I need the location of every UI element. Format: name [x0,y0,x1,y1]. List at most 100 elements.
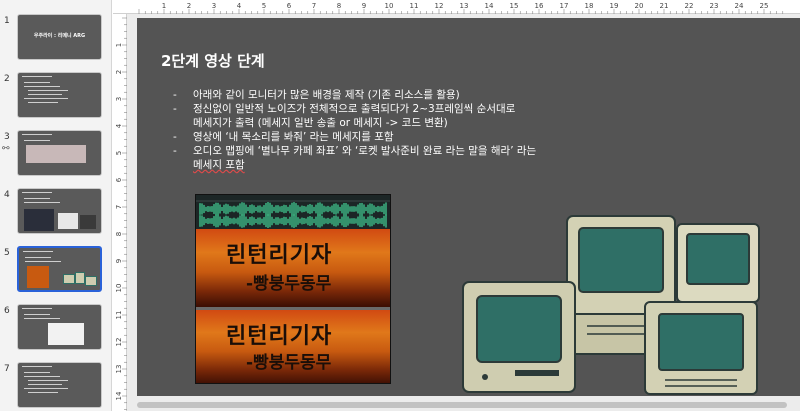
preview-text-line [22,192,52,193]
preview-text-line [24,86,60,87]
ruler-label: 3 [115,97,123,101]
slide-thumbnail-1[interactable]: 1 우주라이 : 리메니 ARG [0,14,111,74]
ruler-label: 20 [635,2,644,10]
ruler-label: 22 [685,2,694,10]
bullet-item: - 아래와 같이 모니터가 많은 배경을 제작 (기존 리소스를 활용) [173,88,653,102]
preview-text-line [24,388,68,389]
spectrogram-band-top: 린턴리기자 -빵붕두동무 [196,229,390,307]
preview-text-line [28,90,68,91]
preview-text-line [24,82,50,83]
ruler-label: 13 [460,2,469,10]
slide-preview[interactable] [17,72,102,118]
waveform-strip [196,195,390,229]
preview-text-line [22,134,52,135]
preview-text-line [25,261,61,262]
preview-text-line [23,251,53,252]
bullet-list[interactable]: - 아래와 같이 모니터가 많은 배경을 제작 (기존 리소스를 활용) - 정… [173,88,653,172]
horizontal-scrollbar[interactable] [127,399,800,411]
transition-icon: ⚯ [2,144,10,154]
ruler-label: 24 [735,2,744,10]
crt-monitor-right-top [676,223,760,311]
ruler-label: 5 [262,2,266,10]
slide-preview[interactable] [17,246,102,292]
scrollbar-thumb[interactable] [137,402,787,408]
ruler-label: 5 [115,151,123,155]
slide-preview[interactable] [17,304,102,350]
ruler-label: 7 [312,2,316,10]
ruler-label: 7 [115,205,123,209]
spectrogram-text-line2: -빵붕두동무 [246,353,332,373]
slide-number: 4 [4,190,10,200]
slide-thumbnail-4[interactable]: 4 [0,188,111,248]
slide-thumbnail-panel[interactable]: 1 우주라이 : 리메니 ARG 2 3 ⚯ 4 5 6 7 [0,0,112,411]
ruler-label: 12 [115,338,123,347]
slide-preview[interactable] [17,130,102,176]
vertical-ruler: 1 2 3 4 5 6 7 8 9 10 11 12 13 14 [113,14,127,411]
preview-text-line [28,384,62,385]
ruler-label: 9 [362,2,366,10]
bullet-dash: - [173,89,177,101]
ruler-label: 3 [212,2,216,10]
preview-text-line [22,308,52,309]
spectrogram-text-line1: 린턴리기자 [226,243,333,268]
preview-text-line [28,380,68,381]
ruler-label: 4 [115,123,123,128]
preview-text-line [25,257,51,258]
spectrogram-text-line1: 린턴리기자 [226,324,333,349]
slide-preview[interactable] [17,188,102,234]
bullet-text: 아래와 같이 모니터가 많은 배경을 제작 (기존 리소스를 활용) [193,89,460,101]
bullet-text: 오디오 맵핑에 ‘별나무 카페 좌표’ 와 ‘로켓 발사준비 완료 라는 말을 … [193,145,537,157]
slide-thumbnail-3[interactable]: 3 ⚯ [0,130,111,190]
preview-monitor [63,274,75,284]
bullet-text: 영상에 ‘내 목소리를 봐줘’ 라는 메세지를 포함 [193,131,394,143]
ruler-label: 8 [115,232,123,236]
ruler-label: 1 [162,2,166,10]
preview-text-line [24,376,60,377]
slide-thumbnail-5[interactable]: 5 [0,246,111,306]
slide-number: 5 [4,248,10,258]
slide-thumbnail-7[interactable]: 7 [0,362,111,411]
ruler-label: 12 [435,2,444,10]
preview-text-line [22,366,52,367]
preview-text-line [28,94,62,95]
bullet-text: 메세지가 출력 (메세지 일반 송출 or 메세지 -> 코드 변환) [193,117,448,129]
ruler-label: 17 [560,2,569,10]
ruler-label: 14 [485,2,494,10]
bullet-text: 정신없이 일반적 노이즈가 전체적으로 출력되다가 2~3프레임씩 순서대로 [193,103,516,115]
preview-image [58,213,78,229]
slide-preview[interactable] [17,362,102,408]
preview-text-line [24,372,50,373]
ruler-label: 2 [115,70,123,74]
preview-image [80,215,96,229]
slide-thumbnail-6[interactable]: 6 [0,304,111,364]
preview-image [48,323,84,345]
slide-number: 3 [4,132,10,142]
ruler-label: 21 [660,2,669,10]
ruler-label: 2 [187,2,191,10]
ruler-label: 16 [535,2,544,10]
slide-title[interactable]: 2단계 영상 단계 [161,50,265,71]
ruler-label: 13 [115,365,123,374]
monitors-illustration[interactable] [455,214,765,398]
ruler-label: 10 [385,2,394,10]
preview-text-line [24,318,60,319]
slide-number: 2 [4,74,10,84]
ruler-label: 6 [287,2,292,10]
slide-5[interactable]: 2단계 영상 단계 - 아래와 같이 모니터가 많은 배경을 제작 (기존 리소… [137,18,800,396]
ruler-label: 25 [760,2,769,10]
slide-thumbnail-2[interactable]: 2 [0,72,111,132]
preview-image [26,145,86,163]
spectrogram-image[interactable]: 린턴리기자 -빵붕두동무 린턴리기자 -빵붕두동무 [195,194,391,384]
slide-number: 6 [4,306,10,316]
slide-number: 7 [4,364,10,374]
preview-monitor [85,276,97,286]
preview-text-line [28,102,58,103]
slide-preview[interactable]: 우주라이 : 리메니 ARG [17,14,102,60]
preview-text-line [24,202,60,203]
bullet-dash: - [173,145,177,157]
preview-text-line [24,198,50,199]
crt-monitor-right-bottom [644,301,758,395]
preview-monitor [75,272,85,284]
ruler-label: 11 [115,311,123,320]
slide-preview-title: 우주라이 : 리메니 ARG [33,33,86,39]
